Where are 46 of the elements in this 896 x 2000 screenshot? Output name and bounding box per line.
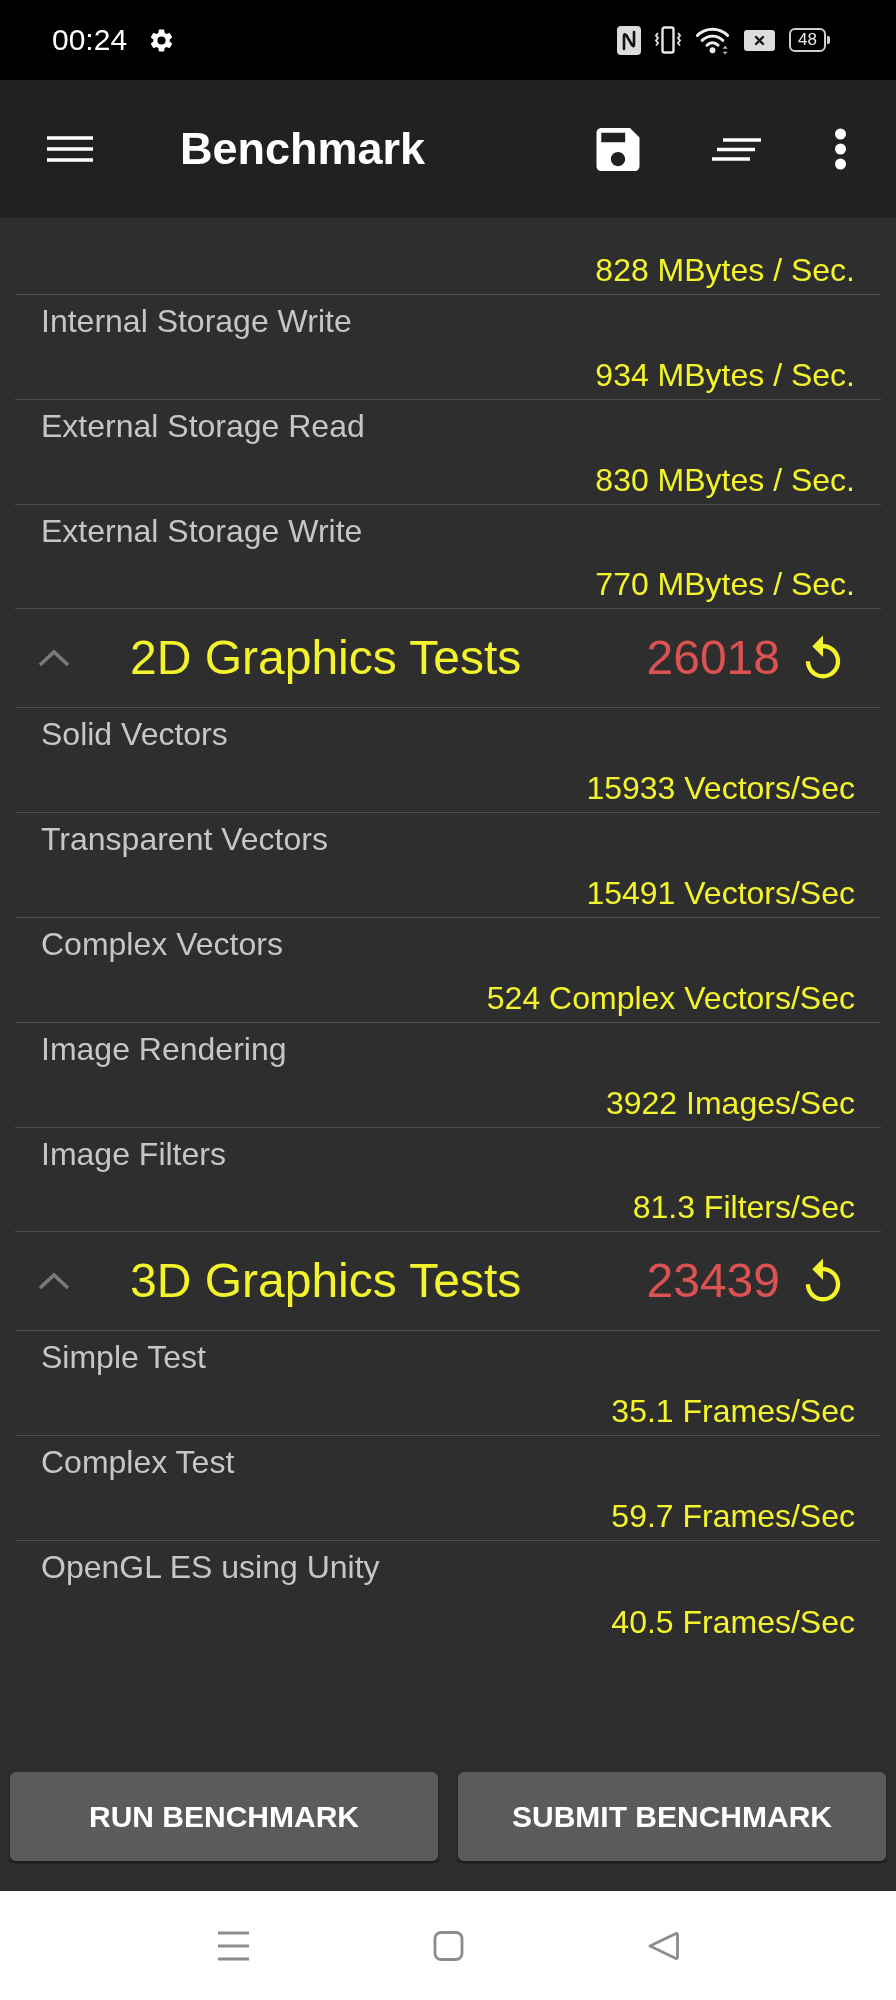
result-label: OpenGL ES using Unity <box>41 1547 380 1587</box>
result-label: Image Rendering <box>41 1029 287 1069</box>
result-value: 35.1 Frames/Sec <box>611 1392 855 1432</box>
chevron-up-icon[interactable] <box>38 1272 70 1291</box>
result-label: Image Filters <box>41 1134 226 1174</box>
result-label: External Storage Read <box>41 406 365 446</box>
result-value: 830 MBytes / Sec. <box>595 460 855 500</box>
result-value: 15933 Vectors/Sec <box>586 769 855 809</box>
result-value: 934 MBytes / Sec. <box>595 355 855 395</box>
result-value: 3922 Images/Sec <box>605 1083 855 1123</box>
result-label: Complex Vectors <box>41 925 283 964</box>
result-value: 15491 Vectors/Sec <box>586 874 855 913</box>
section-score: 23439 <box>646 1253 780 1310</box>
section-title: 2D Graphics Tests <box>130 630 522 687</box>
crossed-box-icon <box>744 29 776 51</box>
more-options-icon[interactable] <box>833 128 848 170</box>
status-time: 00:24 <box>52 22 128 58</box>
result-value: 40.5 Frames/Sec <box>611 1602 855 1642</box>
section-title: 3D Graphics Tests <box>130 1253 522 1310</box>
section-score: 26018 <box>646 630 780 687</box>
result-value: 81.3 Filters/Sec <box>632 1188 855 1228</box>
result-label: External Storage Write <box>41 511 363 551</box>
run-benchmark-button[interactable]: RUN BENCHMARK <box>10 1772 438 1861</box>
result-label: Simple Test <box>41 1338 206 1378</box>
result-label: Internal Storage Write <box>41 302 352 341</box>
home-icon[interactable] <box>432 1930 464 1961</box>
chevron-up-icon[interactable] <box>38 649 70 668</box>
result-label: Complex Test <box>41 1443 235 1483</box>
battery-indicator: 48 <box>789 28 830 52</box>
vibrate-icon <box>655 26 682 54</box>
submit-benchmark-button[interactable]: SUBMIT BENCHMARK <box>458 1772 886 1861</box>
app-title: Benchmark <box>180 123 426 175</box>
result-value: 828 MBytes / Sec. <box>595 251 855 290</box>
settings-icon <box>150 28 174 52</box>
result-value: 770 MBytes / Sec. <box>595 565 855 605</box>
result-label: Solid Vectors <box>41 715 228 755</box>
sort-icon[interactable] <box>712 137 761 161</box>
wifi-icon <box>695 25 731 55</box>
back-icon[interactable] <box>647 1930 679 1961</box>
result-label: Transparent Vectors <box>41 820 328 860</box>
recent-apps-icon[interactable] <box>217 1930 249 1961</box>
menu-icon[interactable] <box>47 136 93 162</box>
result-value: 59.7 Frames/Sec <box>611 1496 855 1536</box>
result-value: 524 Complex Vectors/Sec <box>486 978 855 1018</box>
nfc-icon <box>617 25 642 55</box>
save-icon[interactable] <box>595 127 641 171</box>
